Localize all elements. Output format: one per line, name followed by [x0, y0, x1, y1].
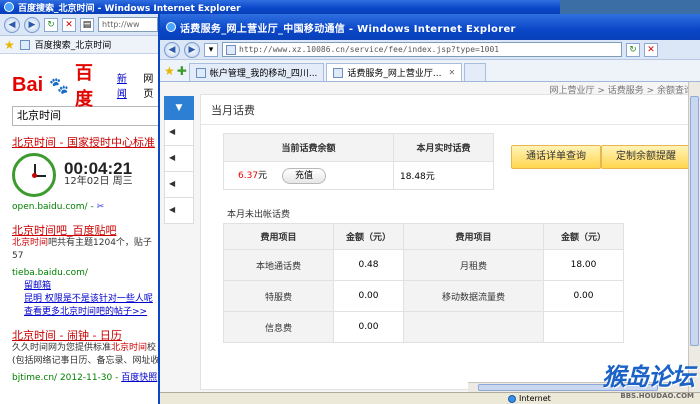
close-tab-icon[interactable]: ✕: [449, 68, 456, 77]
favorites-star-icon[interactable]: ★: [4, 38, 15, 52]
current-date: 12年02日 周三: [64, 176, 133, 187]
side-menu: ▼ ◀ ◀ ◀ ◀: [164, 96, 194, 224]
back-address-bar[interactable]: http://ww: [98, 17, 158, 32]
tab-favicon-icon: [19, 39, 30, 50]
baidu-logo[interactable]: Bai 🐾 百度 新闻 网页: [12, 63, 160, 109]
fee-panel: 网上营业厅 > 话费服务 > 余额查询 当月话费 当前话费余额 本月实时话费 6…: [200, 86, 700, 390]
result-2-url: tieba.baidu.com/: [12, 268, 88, 278]
panel-title: 当月话费: [201, 95, 699, 125]
breadcrumb: 网上营业厅 > 话费服务 > 余额查询: [549, 86, 693, 96]
front-window-title: 话费服务_网上营业厅_中国移动通信 - Windows Internet Exp…: [180, 23, 516, 35]
side-menu-item[interactable]: ◀: [164, 146, 194, 172]
scroll-thumb[interactable]: [690, 96, 699, 346]
fee-amount-header: 金额（元）: [333, 223, 404, 250]
result-2-desc: 北京时间吧共有主题1204个，贴子57: [12, 238, 152, 261]
snapshot-link[interactable]: 百度快照: [121, 373, 157, 383]
nav-link-news[interactable]: 新闻: [117, 70, 134, 100]
time-widget: 00:04:21 12年02日 周三: [12, 153, 160, 197]
dropdown-icon[interactable]: ▾: [204, 42, 218, 57]
result-2: 北京时间吧_百度贴吧 北京时间吧共有主题1204个，贴子57 tieba.bai…: [12, 224, 160, 319]
realtime-header: 本月实时话费: [393, 133, 494, 162]
page-content: ▼ ◀ ◀ ◀ ◀ 网上营业厅 > 话费服务 > 余额查询 当月话费 当前话费余…: [160, 82, 700, 394]
side-menu-item[interactable]: ◀: [164, 198, 194, 224]
back-arrow-icon[interactable]: ◀: [4, 16, 20, 33]
realtime-fee: 18.48元: [393, 161, 494, 190]
stop-icon[interactable]: ✕: [644, 42, 658, 57]
tab-favicon-icon: [195, 67, 206, 78]
fee-table: 费用项目 金额（元） 费用项目 金额（元） 本地通话费 0.48 月租费 18.…: [223, 223, 624, 343]
fee-item-header: 费用项目: [223, 223, 334, 250]
result-2-sublinks: 留邮箱 昆明 权限是不是该针对一些人呢 查看更多北京时间吧的帖子>>: [12, 280, 160, 319]
address-page-icon: [226, 44, 236, 55]
forward-arrow-icon[interactable]: ▶: [24, 16, 40, 33]
forward-arrow-icon[interactable]: ▶: [184, 41, 200, 58]
side-menu-item[interactable]: ◀: [164, 120, 194, 146]
fee-amount-header: 金额（元）: [543, 223, 624, 250]
new-tab-button[interactable]: [464, 63, 487, 81]
back-window-titlebar[interactable]: 百度搜索_北京时间 - Windows Internet Explorer: [0, 0, 560, 14]
vertical-scrollbar[interactable]: [688, 82, 700, 392]
front-address-bar[interactable]: http://www.xz.10086.cn/service/fee/index…: [222, 42, 622, 57]
detail-query-button[interactable]: 通话详单查询: [511, 145, 601, 169]
refresh-icon[interactable]: ↻: [44, 17, 58, 32]
current-time: 00:04:21: [64, 159, 133, 178]
tab-account-management[interactable]: 帐户管理_我的移动_四川...: [188, 63, 325, 81]
result-3-desc-1: 久久时间网为您提供标准北京时间校: [12, 343, 157, 353]
result-1-title[interactable]: 北京时间 - 国家授时中心标准: [12, 136, 160, 149]
balance-amount: 6.37: [238, 170, 259, 181]
watermark-logo: 猴岛论坛: [602, 362, 695, 391]
add-favorite-icon[interactable]: ✚: [177, 64, 187, 78]
side-menu-item[interactable]: ◀: [164, 172, 194, 198]
result-3-desc-2: (包括网络记事日历、备忘录、网址收: [12, 356, 160, 366]
balance-table: 当前话费余额 本月实时话费 6.37元 充值 18.48元: [223, 133, 494, 190]
tab-favicon-icon: [333, 67, 344, 78]
recharge-button[interactable]: 充值: [281, 167, 326, 184]
tab-fee-service[interactable]: 话费服务_网上营业厅... ✕: [326, 63, 463, 81]
back-window-title: 百度搜索_北京时间 - Windows Internet Explorer: [18, 3, 241, 14]
result-3-title[interactable]: 北京时间 - 闹钟 - 日历: [12, 329, 160, 342]
unbilled-label: 本月未出帐话费: [227, 210, 291, 220]
table-row: 特服费 0.00 移动数据流量费 0.00: [223, 280, 624, 312]
front-window-titlebar[interactable]: 话费服务_网上营业厅_中国移动通信 - Windows Internet Exp…: [160, 14, 700, 40]
front-tab-strip: ★ ✚ 帐户管理_我的移动_四川... 话费服务_网上营业厅... ✕: [160, 60, 700, 82]
refresh-icon[interactable]: ↻: [626, 42, 640, 57]
security-zone: Internet: [508, 394, 551, 403]
side-menu-toggle[interactable]: ▼: [164, 96, 194, 120]
baidu-paw-icon: 🐾: [49, 75, 70, 95]
fee-item-header: 费用项目: [403, 223, 544, 250]
forum-watermark: 猴岛论坛 BBS.HOUDAO.COM: [602, 357, 695, 400]
china-mobile-browser-window: 话费服务_网上营业厅_中国移动通信 - Windows Internet Exp…: [158, 14, 700, 404]
ie-icon: [4, 2, 14, 12]
balance-cell: 6.37元 充值: [223, 161, 394, 190]
stop-icon[interactable]: ✕: [62, 17, 76, 32]
watermark-url: BBS.HOUDAO.COM: [620, 392, 694, 400]
result-1: 北京时间 - 国家授时中心标准 00:04:21 12年02日 周三 open.…: [12, 136, 160, 214]
result-3-url: bjtime.cn/ 2012-11-30 - 百度快照: [12, 373, 158, 383]
front-nav-toolbar: ◀ ▶ ▾ http://www.xz.10086.cn/service/fee…: [160, 40, 700, 60]
result-2-title[interactable]: 北京时间吧_百度贴吧: [12, 224, 160, 237]
back-tab-label[interactable]: 百度搜索_北京时间: [35, 38, 112, 51]
ie-icon: [166, 22, 176, 32]
back-arrow-icon[interactable]: ◀: [164, 41, 180, 58]
table-row: 信息费 0.00: [223, 311, 624, 343]
result-1-url: open.baidu.com/ - ✂: [12, 202, 105, 212]
balance-alert-button[interactable]: 定制余额提醒: [601, 145, 691, 169]
sublink-3[interactable]: 查看更多北京时间吧的帖子>>: [24, 306, 160, 319]
page-icon: ▤: [80, 17, 94, 32]
result-3: 北京时间 - 闹钟 - 日历 久久时间网为您提供标准北京时间校 (包括网络记事日…: [12, 329, 160, 385]
balance-header: 当前话费余额: [223, 133, 394, 162]
table-row: 本地通话费 0.48 月租费 18.00: [223, 249, 624, 281]
sublink-1[interactable]: 留邮箱: [24, 280, 160, 293]
baidu-results: Bai 🐾 百度 新闻 网页 北京时间 北京时间 - 国家授时中心标准 00:0…: [0, 56, 160, 385]
sublink-2[interactable]: 昆明 权限是不是该针对一些人呢: [24, 293, 160, 306]
favorites-star-icon[interactable]: ★: [164, 64, 175, 78]
balance-unit: 元: [258, 170, 268, 181]
clock-icon: [12, 153, 56, 197]
globe-icon: [508, 394, 516, 403]
